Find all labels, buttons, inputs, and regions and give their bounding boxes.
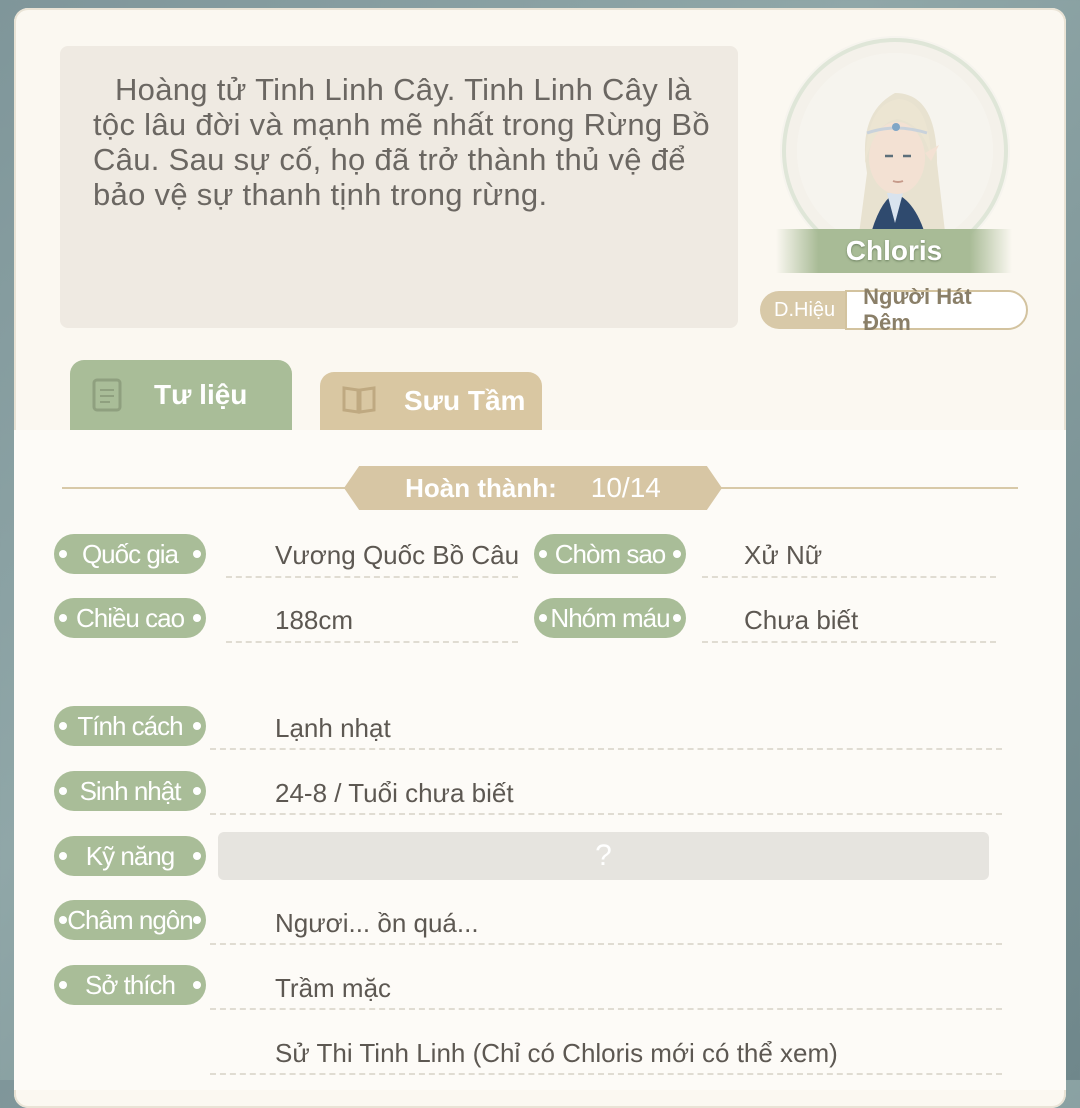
- skill-locked-box[interactable]: ?: [218, 832, 989, 880]
- book-icon: [342, 384, 376, 418]
- divider: [210, 813, 1002, 815]
- value-height: 188cm: [275, 605, 354, 635]
- label-height: Chiều cao: [54, 598, 206, 638]
- value-constellation: Xử Nữ: [744, 540, 823, 570]
- character-name: Chloris: [776, 229, 1012, 273]
- label-constellation: Chòm sao: [534, 534, 686, 574]
- completion-badge: Hoàn thành: 10/14: [344, 466, 722, 510]
- divider: [226, 641, 518, 643]
- label-hobby: Sở thích: [54, 965, 206, 1005]
- divider: [226, 576, 518, 578]
- divider: [210, 1073, 1002, 1075]
- character-description: Hoàng tử Tinh Linh Cây. Tinh Linh Cây là…: [93, 72, 710, 212]
- value-epic: Sử Thi Tinh Linh (Chỉ có Chloris mới có …: [275, 1038, 838, 1068]
- divider: [702, 576, 996, 578]
- divider: [210, 943, 1002, 945]
- title-tag: D.Hiệu: [760, 291, 846, 329]
- value-personality: Lạnh nhạt: [275, 713, 391, 743]
- tab-profile[interactable]: Tư liệu: [70, 360, 292, 430]
- tab-collection[interactable]: Sưu Tầm: [320, 372, 542, 430]
- value-birthday: 24-8 / Tuổi chưa biết: [275, 778, 514, 808]
- completion-value: 10/14: [590, 472, 661, 503]
- value-blood-type: Chưa biết: [744, 605, 859, 635]
- value-hobby: Trầm mặc: [275, 973, 392, 1003]
- label-country: Quốc gia: [54, 534, 206, 574]
- title-value: Người Hát Đêm: [845, 284, 1028, 335]
- tab-profile-label: Tư liệu: [154, 379, 248, 410]
- label-blood-type: Nhóm máu: [534, 598, 686, 638]
- tab-collection-label: Sưu Tầm: [404, 385, 526, 416]
- value-country: Vương Quốc Bồ Câu: [275, 540, 520, 570]
- value-motto: Ngươi... ồn quá...: [275, 908, 479, 938]
- divider: [702, 641, 996, 643]
- label-birthday: Sinh nhật: [54, 771, 206, 811]
- divider: [210, 1008, 1002, 1010]
- document-icon: [92, 378, 122, 412]
- label-skill: Kỹ năng: [54, 836, 206, 876]
- completion-label: Hoàn thành:: [405, 472, 557, 503]
- label-personality: Tính cách: [54, 706, 206, 746]
- divider: [210, 748, 1002, 750]
- label-motto: Châm ngôn: [54, 900, 206, 940]
- title-badge[interactable]: D.Hiệu Người Hát Đêm: [760, 284, 1028, 335]
- skill-value: ?: [595, 839, 612, 872]
- character-portrait[interactable]: [797, 53, 993, 249]
